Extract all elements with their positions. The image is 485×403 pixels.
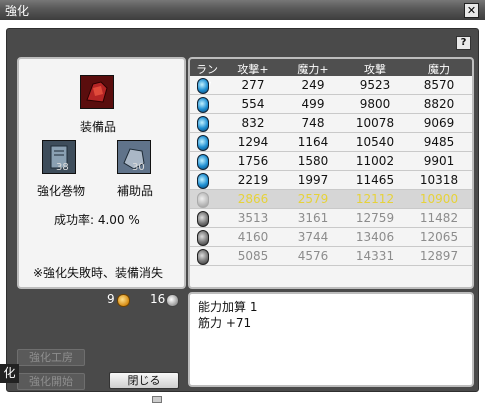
table-cell-mag-plus: 3744 xyxy=(297,230,329,244)
rank-table: ランク 攻撃+ 魔力+ 攻撃 魔力 277 249 9523 8570 554 499 98… xyxy=(188,57,474,289)
help-icon[interactable]: ? xyxy=(456,36,471,50)
table-row[interactable]: 2219 1997 11465 10318 xyxy=(190,171,472,190)
table-row[interactable]: 277 249 9523 8570 xyxy=(190,76,472,95)
table-cell-atk: 14331 xyxy=(355,249,395,263)
table-cell-mag-plus: 1997 xyxy=(297,173,329,187)
table-cell-mag: 11482 xyxy=(419,211,459,225)
col-atk: 攻撃 xyxy=(364,63,386,76)
table-cell-atk-plus: 832 xyxy=(241,116,265,130)
table-cell-atk: 12759 xyxy=(355,211,395,225)
table-cell-atk: 9523 xyxy=(359,78,391,92)
table-cell-atk: 9800 xyxy=(359,97,391,111)
table-cell-atk: 11002 xyxy=(355,154,395,168)
table-row[interactable]: 1294 1164 10540 9485 xyxy=(190,133,472,152)
table-cell-atk: 12112 xyxy=(355,192,395,206)
equip-label: 装備品 xyxy=(80,120,117,134)
tooltip: 化 xyxy=(0,364,19,383)
table-cell-mag: 10318 xyxy=(419,173,459,187)
result-panel: 能力加算 1 筋力 +71 xyxy=(188,292,474,387)
success-rate: 成功率: 4.00 % xyxy=(54,213,140,227)
scrollbar[interactable] xyxy=(152,396,162,403)
window-title: 強化 xyxy=(5,4,30,18)
rank-gem-icon xyxy=(197,116,209,132)
table-cell-atk-plus: 554 xyxy=(241,97,265,111)
rank-gem-icon xyxy=(197,173,209,189)
table-cell-atk-plus: 1756 xyxy=(237,154,269,168)
table-cell-atk-plus: 2219 xyxy=(237,173,269,187)
gold-coin-icon xyxy=(117,294,130,307)
table-row[interactable]: 2866 2579 12112 10900 xyxy=(190,190,472,209)
col-mag-plus: 魔力+ xyxy=(297,63,329,76)
rank-gem-icon xyxy=(197,135,209,151)
table-cell-mag-plus: 1164 xyxy=(297,135,329,149)
table-cell-mag: 9485 xyxy=(423,135,455,149)
close-button[interactable]: 閉じる xyxy=(109,372,179,389)
table-cell-atk-plus: 3513 xyxy=(237,211,269,225)
table-cell-atk: 11465 xyxy=(355,173,395,187)
table-cell-mag: 9069 xyxy=(423,116,455,130)
table-cell-atk: 10540 xyxy=(355,135,395,149)
table-cell-mag-plus: 3161 xyxy=(297,211,329,225)
table-row[interactable]: 5085 4576 14331 12897 xyxy=(190,247,472,266)
table-header: ランク 攻撃+ 魔力+ 攻撃 魔力 xyxy=(190,59,472,92)
table-cell-mag: 12065 xyxy=(419,230,459,244)
col-mag: 魔力 xyxy=(428,63,450,76)
table-cell-atk-plus: 4160 xyxy=(237,230,269,244)
result-line-1: 能力加算 1 xyxy=(198,300,258,314)
table-cell-atk-plus: 5085 xyxy=(237,249,269,263)
gold-count: 9 xyxy=(107,292,115,306)
silver-coin-icon xyxy=(166,294,179,307)
aux-count: 30 xyxy=(132,162,145,173)
rank-gem-icon xyxy=(197,97,209,113)
table-cell-mag: 8820 xyxy=(423,97,455,111)
table-cell-mag-plus: 249 xyxy=(301,78,325,92)
table-cell-mag-plus: 748 xyxy=(301,116,325,130)
table-cell-mag-plus: 4576 xyxy=(297,249,329,263)
table-row[interactable]: 4160 3744 13406 12065 xyxy=(190,228,472,247)
rank-gem-icon xyxy=(197,192,209,208)
gauntlet-icon xyxy=(81,76,113,108)
equipment-slot[interactable] xyxy=(80,75,114,109)
close-icon[interactable]: ✕ xyxy=(464,3,479,18)
table-cell-atk-plus: 277 xyxy=(241,78,265,92)
rank-gem-icon xyxy=(197,249,209,265)
title-bar[interactable]: 強化 ✕ xyxy=(0,0,485,20)
aux-label: 補助品 xyxy=(117,184,154,198)
table-cell-atk-plus: 1294 xyxy=(237,135,269,149)
table-cell-mag-plus: 499 xyxy=(301,97,325,111)
scroll-label: 強化巻物 xyxy=(37,184,86,198)
workshop-button[interactable]: 強化工房 xyxy=(17,349,85,366)
table-cell-mag-plus: 2579 xyxy=(297,192,329,206)
rank-gem-icon xyxy=(197,78,209,94)
table-row[interactable]: 832 748 10078 9069 xyxy=(190,114,472,133)
warning-text: ※強化失敗時、装備消失 xyxy=(33,266,164,280)
rank-gem-icon xyxy=(197,230,209,246)
table-row[interactable]: 3513 3161 12759 11482 xyxy=(190,209,472,228)
table-cell-mag-plus: 1580 xyxy=(297,154,329,168)
table-row[interactable]: 1756 1580 11002 9901 xyxy=(190,152,472,171)
rank-gem-icon xyxy=(197,211,209,227)
scroll-count: 38 xyxy=(56,162,69,173)
rank-gem-icon xyxy=(197,154,209,170)
col-atk-plus: 攻撃+ xyxy=(237,63,269,76)
table-cell-mag: 12897 xyxy=(419,249,459,263)
result-line-2: 筋力 +71 xyxy=(198,316,252,330)
table-cell-atk-plus: 2866 xyxy=(237,192,269,206)
silver-count: 16 xyxy=(150,292,166,306)
table-cell-atk: 10078 xyxy=(355,116,395,130)
table-cell-mag: 10900 xyxy=(419,192,459,206)
enhance-window: 強化 ✕ ? 装備品 38 強化巻物 30 補助品 成功率: 4.00 % ※強… xyxy=(0,0,485,403)
table-cell-atk: 13406 xyxy=(355,230,395,244)
table-cell-mag: 9901 xyxy=(423,154,455,168)
start-button[interactable]: 強化開始 xyxy=(17,373,85,390)
table-row[interactable]: 554 499 9800 8820 xyxy=(190,95,472,114)
table-cell-mag: 8570 xyxy=(423,78,455,92)
